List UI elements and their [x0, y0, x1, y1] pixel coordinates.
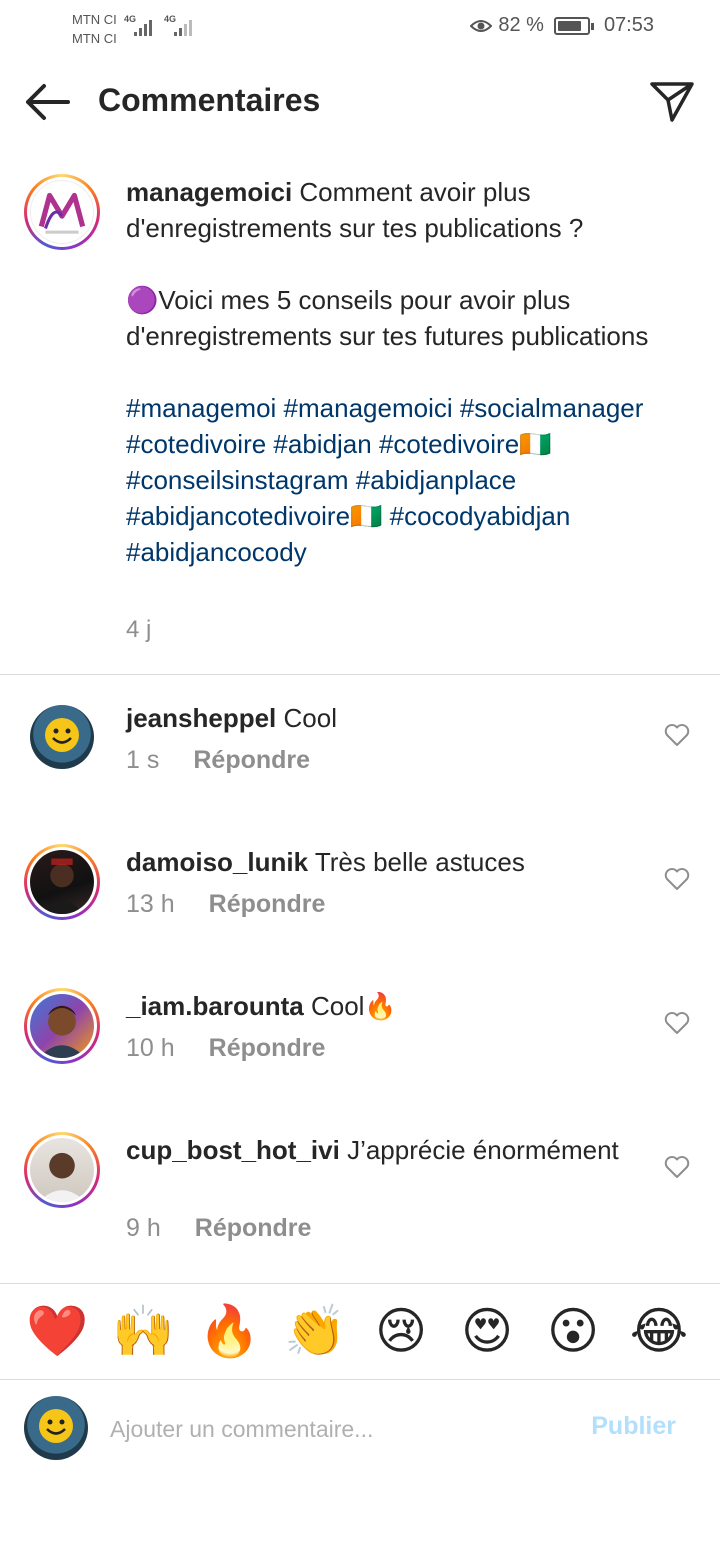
person-avatar-icon: [38, 1152, 86, 1202]
smiley-avatar-icon: [45, 718, 79, 752]
carrier-labels: MTN CI MTN CI: [72, 10, 117, 48]
publish-button[interactable]: Publier: [591, 1412, 676, 1441]
carrier-2: MTN CI: [72, 31, 117, 46]
emoji-laughing-button[interactable]: 😂: [628, 1300, 690, 1362]
comment-composer: Publier: [0, 1390, 720, 1470]
reply-button[interactable]: Répondre: [193, 746, 310, 775]
comment-avatar[interactable]: [24, 988, 100, 1064]
post-caption: managemoici Comment avoir plus d'enregis…: [126, 174, 686, 570]
comment-text: Cool: [283, 703, 337, 733]
divider: [0, 674, 720, 675]
page-title: Commentaires: [98, 82, 321, 118]
post-author-avatar[interactable]: [24, 174, 100, 250]
battery-percent: 82 %: [498, 14, 544, 36]
comment-text: Cool🔥: [310, 991, 397, 1021]
emoji-quick-bar: ❤️ 🙌 🔥 👏 😢 😍 😮 😂: [0, 1300, 720, 1366]
header: Commentaires: [0, 70, 720, 134]
like-heart-icon[interactable]: [664, 1155, 690, 1179]
comment-avatar[interactable]: [30, 705, 94, 769]
eye-comfort-icon: [470, 19, 493, 32]
comment-time: 10 h: [126, 1034, 175, 1062]
caption-timestamp: 4 j: [126, 616, 152, 643]
comment-input[interactable]: [110, 1416, 550, 1443]
like-heart-icon[interactable]: [664, 1011, 690, 1035]
managemoi-logo-icon: [38, 192, 86, 234]
emoji-heart-button[interactable]: ❤️: [26, 1300, 88, 1362]
comment-text: Très belle astuces: [314, 847, 525, 877]
like-heart-icon[interactable]: [664, 867, 690, 891]
divider: [0, 1283, 720, 1284]
divider: [0, 1379, 720, 1380]
person-avatar-icon: [38, 1005, 86, 1058]
comment-time: 9 h: [126, 1214, 161, 1242]
comment-avatar[interactable]: [24, 844, 100, 920]
person-avatar-icon: [40, 858, 84, 914]
caption-line-2: 🟣Voici mes 5 conseils pour avoir plus d'…: [126, 285, 649, 351]
reply-button[interactable]: Répondre: [209, 890, 326, 919]
reply-button[interactable]: Répondre: [195, 1214, 312, 1243]
back-arrow-icon[interactable]: [22, 82, 72, 122]
status-right: 82 % 07:53: [470, 14, 654, 37]
like-heart-icon[interactable]: [664, 723, 690, 747]
comment-time: 1 s: [126, 746, 160, 774]
battery-icon: [553, 16, 594, 35]
emoji-surprised-button[interactable]: 😮: [542, 1300, 604, 1362]
emoji-raising-hands-button[interactable]: 🙌: [112, 1300, 174, 1362]
comment-time: 13 h: [126, 890, 175, 918]
current-user-avatar: [24, 1396, 88, 1460]
emoji-clapping-button[interactable]: 👏: [284, 1300, 346, 1362]
clock: 07:53: [603, 14, 654, 36]
send-direct-icon[interactable]: [648, 80, 696, 124]
emoji-heart-eyes-button[interactable]: 😍: [456, 1300, 518, 1362]
emoji-fire-button[interactable]: 🔥: [198, 1300, 260, 1362]
caption-username[interactable]: managemoici: [126, 177, 292, 207]
comment-username[interactable]: cup_bost_hot_ivi: [126, 1135, 340, 1165]
comment-username[interactable]: jeansheppel: [126, 703, 276, 733]
comment-username[interactable]: _iam.barounta: [126, 991, 304, 1021]
comment-avatar[interactable]: [24, 1132, 100, 1208]
reply-button[interactable]: Répondre: [209, 1034, 326, 1063]
caption-hashtags[interactable]: #managemoi #managemoici #socialmanager #…: [126, 390, 686, 570]
comment-username[interactable]: damoiso_lunik: [126, 847, 308, 877]
smiley-avatar-icon: [39, 1409, 73, 1443]
status-bar: MTN CI MTN CI 4G 4G 82 % 07:53: [72, 10, 654, 48]
carrier-1: MTN CI: [72, 12, 117, 27]
comment-text: J’apprécie énormément: [347, 1135, 619, 1165]
emoji-crying-button[interactable]: 😢: [370, 1300, 432, 1362]
